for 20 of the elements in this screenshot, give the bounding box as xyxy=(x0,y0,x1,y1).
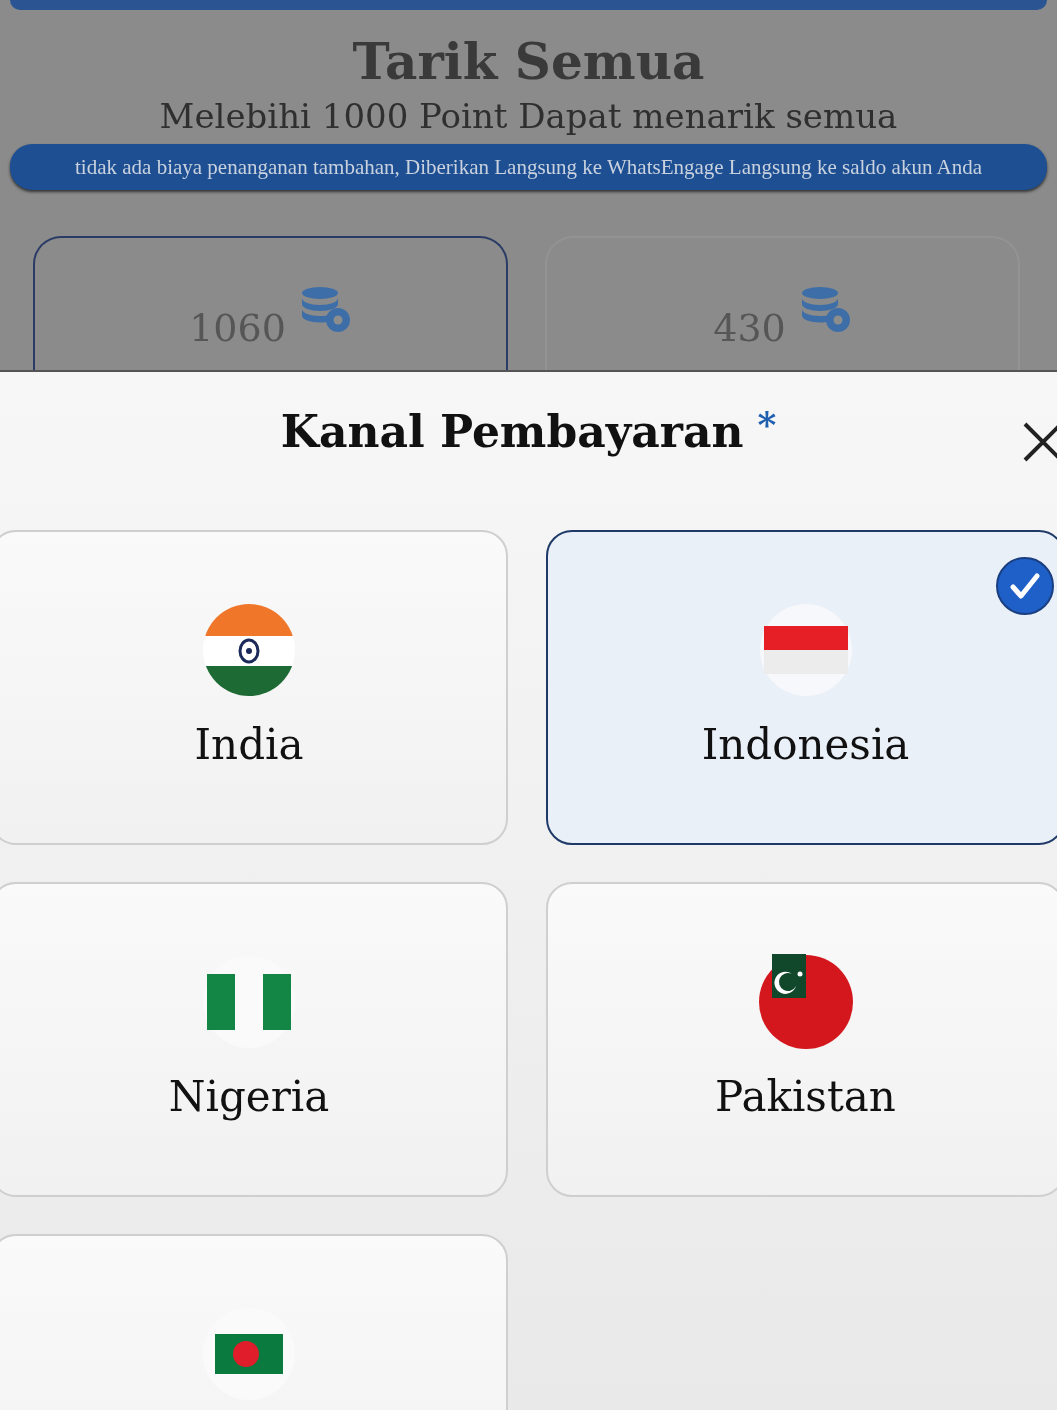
channel-card[interactable]: Nigeria xyxy=(0,882,508,1197)
channel-name: Nigeria xyxy=(168,1072,330,1121)
flag-icon xyxy=(757,602,854,698)
flag-icon xyxy=(201,602,297,698)
check-icon xyxy=(995,556,1055,616)
channel-card[interactable]: India xyxy=(0,530,508,845)
flag-icon xyxy=(757,954,854,1050)
notice-text: tidak ada biaya penanganan tambahan, Diberikan Langsung ke WhatsEngage Langsung ke saldo akun Anda xyxy=(75,154,982,180)
page-subtitle: Melebihi 1000 Point Dapat menarik semua xyxy=(158,96,899,136)
sheet-title: Kanal Pembayaran xyxy=(280,406,744,457)
coin-stack-icon xyxy=(799,286,852,334)
required-mark: * xyxy=(757,406,777,447)
channel-name: Indonesia xyxy=(701,720,910,769)
channel-name: Pakistan xyxy=(715,1072,896,1121)
coin-stack-icon xyxy=(299,286,352,334)
close-button[interactable] xyxy=(1021,420,1057,464)
channel-card[interactable]: Indonesia xyxy=(546,530,1057,845)
channel-name: India xyxy=(194,720,304,769)
page-title: Tarik Semua xyxy=(351,34,706,90)
channel-card[interactable]: Pakistan xyxy=(546,882,1057,1197)
